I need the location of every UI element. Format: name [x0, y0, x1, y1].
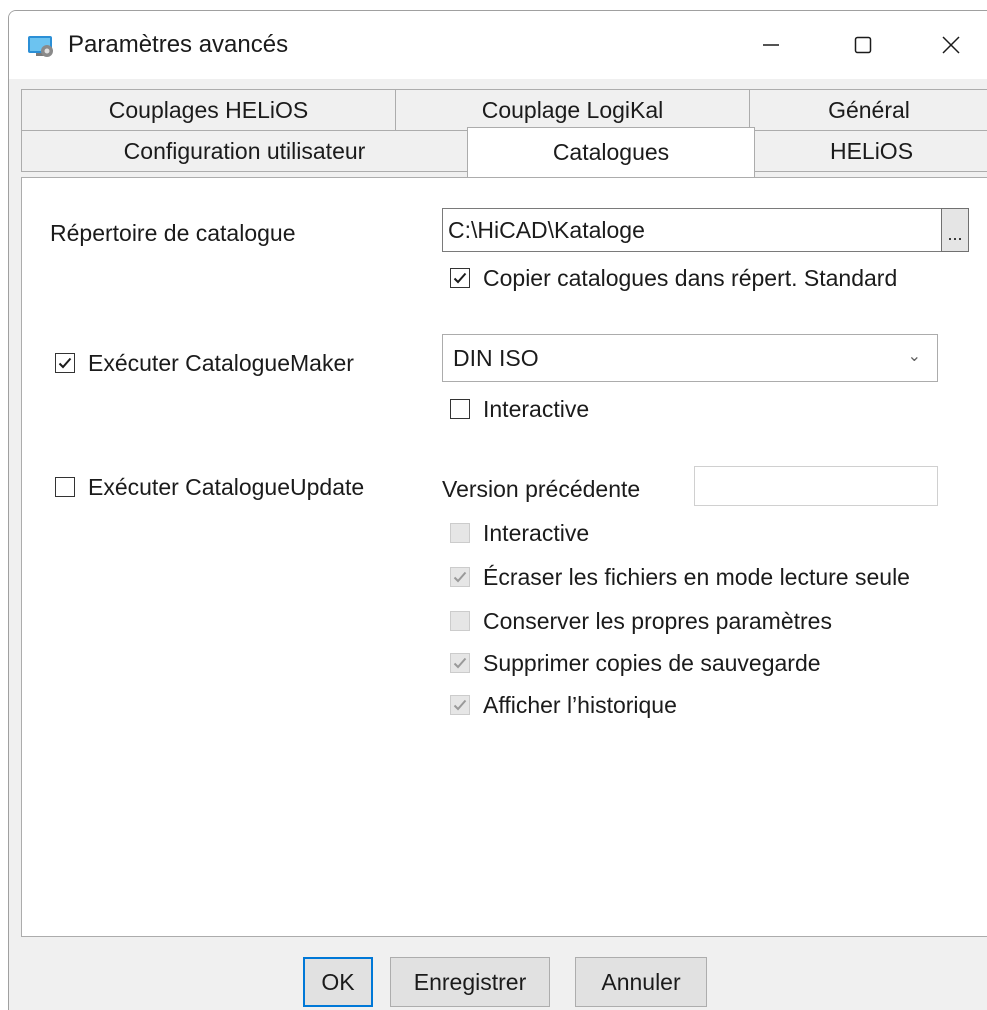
- checkbox-label: Conserver les propres paramètres: [483, 607, 832, 634]
- checkbox-label: Exécuter CatalogueMaker: [88, 349, 354, 376]
- checkbox-box: [55, 353, 75, 373]
- tab-couplages-helios[interactable]: Couplages HELiOS: [21, 89, 396, 131]
- checkbox-box: [55, 477, 75, 497]
- catalog-directory-field[interactable]: C:\HiCAD\Kataloge: [442, 208, 942, 252]
- check-icon: [453, 272, 467, 284]
- standard-select[interactable]: DIN ISO ⌄: [442, 334, 938, 382]
- app-icon: [28, 36, 53, 57]
- tab-general[interactable]: Général: [749, 89, 987, 131]
- save-button[interactable]: Enregistrer: [390, 957, 550, 1007]
- tab-strip: Couplages HELiOS Couplage LogiKal Généra…: [9, 89, 987, 179]
- catalog-directory-label: Répertoire de catalogue: [50, 220, 296, 246]
- title-bar[interactable]: Paramètres avancés: [9, 11, 987, 79]
- copy-standard-checkbox[interactable]: Copier catalogues dans répert. Standard: [450, 263, 950, 293]
- previous-version-label: Version précédente: [442, 476, 641, 502]
- checkbox-label: Interactive: [483, 519, 590, 546]
- standard-select-value: DIN ISO: [453, 345, 539, 371]
- checkbox-label: Afficher l’historique: [483, 691, 677, 718]
- checkbox-label: Copier catalogues dans répert. Standard: [483, 264, 898, 291]
- checkbox-label: Supprimer copies de sauvegarde: [483, 649, 821, 676]
- checkbox-box: [450, 611, 470, 631]
- maximize-button[interactable]: [835, 21, 891, 69]
- delete-backups-checkbox[interactable]: Supprimer copies de sauvegarde: [450, 648, 821, 678]
- checkbox-label: Interactive: [483, 395, 590, 422]
- close-icon: [942, 36, 960, 54]
- window-title: Paramètres avancés: [68, 31, 289, 58]
- chevron-down-icon: ⌄: [907, 348, 921, 365]
- tab-configuration-utilisateur[interactable]: Configuration utilisateur: [21, 130, 468, 172]
- checkbox-box: [450, 268, 470, 288]
- run-cataloguemaker-checkbox[interactable]: Exécuter CatalogueMaker: [55, 348, 354, 378]
- tab-helios[interactable]: HELiOS: [754, 130, 987, 172]
- browse-button[interactable]: ...: [941, 208, 969, 252]
- checkbox-box: [450, 653, 470, 673]
- checkbox-label: Écraser les fichiers en mode lecture seu…: [483, 563, 910, 590]
- maker-interactive-checkbox[interactable]: Interactive: [450, 394, 589, 424]
- close-button[interactable]: [923, 21, 979, 69]
- check-icon: [453, 699, 467, 711]
- catalogues-panel: Répertoire de catalogue C:\HiCAD\Katalog…: [21, 177, 987, 937]
- previous-version-field[interactable]: [694, 466, 938, 506]
- minimize-icon: [763, 44, 779, 46]
- minimize-button[interactable]: [743, 21, 799, 69]
- maximize-icon: [854, 36, 872, 54]
- checkbox-box: [450, 399, 470, 419]
- check-icon: [453, 657, 467, 669]
- advanced-settings-dialog: Paramètres avancés Couplages HELiOS Coup…: [8, 10, 987, 1010]
- checkbox-box: [450, 523, 470, 543]
- check-icon: [58, 357, 72, 369]
- checkbox-label: Exécuter CatalogueUpdate: [88, 473, 365, 500]
- cancel-button[interactable]: Annuler: [575, 957, 707, 1007]
- tab-couplage-logikal[interactable]: Couplage LogiKal: [395, 89, 750, 131]
- check-icon: [453, 571, 467, 583]
- tab-catalogues[interactable]: Catalogues: [467, 127, 755, 177]
- update-interactive-checkbox[interactable]: Interactive: [450, 518, 589, 548]
- show-history-checkbox[interactable]: Afficher l’historique: [450, 690, 677, 720]
- checkbox-box: [450, 695, 470, 715]
- keep-own-settings-checkbox[interactable]: Conserver les propres paramètres: [450, 606, 832, 636]
- ok-button[interactable]: OK: [303, 957, 373, 1007]
- run-catalogueupdate-checkbox[interactable]: Exécuter CatalogueUpdate: [55, 472, 364, 502]
- overwrite-readonly-checkbox[interactable]: Écraser les fichiers en mode lecture seu…: [450, 562, 950, 592]
- checkbox-box: [450, 567, 470, 587]
